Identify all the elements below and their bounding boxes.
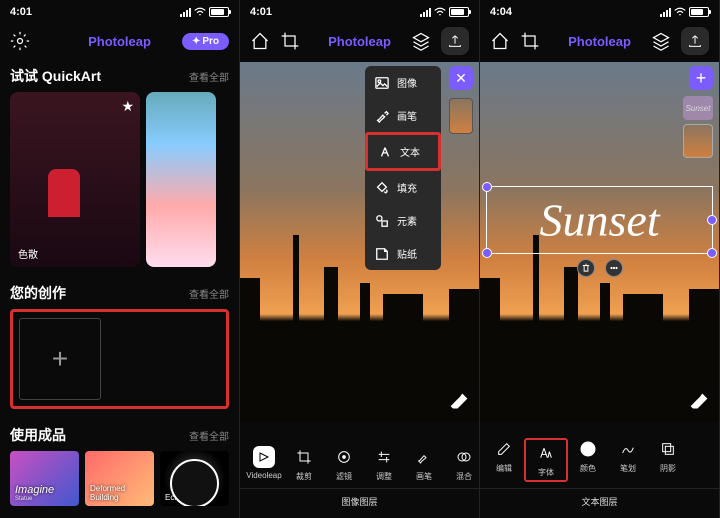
layer-thumbnail[interactable] bbox=[449, 98, 473, 134]
add-layer-menu: 图像 画笔 文本 填充 元素 贴纸 bbox=[365, 66, 441, 270]
screen-2-add-menu: 4:01 Photoleap bbox=[240, 0, 480, 518]
tool-shadow[interactable]: 阴影 bbox=[648, 438, 688, 482]
app-title: Photoleap bbox=[88, 34, 151, 49]
tool-filter[interactable]: 滤镜 bbox=[324, 446, 364, 482]
tool-crop[interactable]: 裁剪 bbox=[284, 446, 324, 482]
editor-header: Photoleap bbox=[240, 24, 479, 58]
templates-title: 使用成品 bbox=[10, 425, 66, 445]
text-toolbar: 编辑 字体 颜色 笔划 阴影 文本图层 bbox=[480, 432, 719, 518]
menu-item-brush[interactable]: 画笔 bbox=[365, 99, 441, 132]
home-header: Photoleap ✦ Pro bbox=[0, 24, 239, 58]
home-icon[interactable] bbox=[250, 31, 270, 51]
status-icons bbox=[180, 7, 229, 17]
layers-icon[interactable] bbox=[411, 31, 431, 51]
see-all[interactable]: 查看全部 bbox=[189, 428, 229, 443]
app-title: Photoleap bbox=[568, 34, 631, 49]
crop-icon[interactable] bbox=[280, 31, 300, 51]
crop-icon[interactable] bbox=[520, 31, 540, 51]
template-card[interactable]: Eclipse bbox=[160, 451, 229, 506]
layer-type-label: 文本图层 bbox=[480, 488, 719, 518]
fill-icon bbox=[375, 181, 389, 195]
quickart-title: 试试 QuickArt bbox=[10, 66, 101, 86]
star-icon[interactable]: ★ bbox=[121, 98, 134, 115]
selection-handle[interactable] bbox=[482, 248, 492, 258]
status-icons bbox=[660, 7, 709, 17]
creations-title: 您的创作 bbox=[10, 283, 66, 303]
tool-brush[interactable]: 画笔 bbox=[404, 446, 444, 482]
see-all[interactable]: 查看全部 bbox=[189, 69, 229, 84]
status-time: 4:04 bbox=[490, 6, 512, 18]
status-bar: 4:04 bbox=[480, 0, 719, 24]
delete-icon[interactable] bbox=[577, 259, 595, 277]
home-icon[interactable] bbox=[490, 31, 510, 51]
quickart-card[interactable]: ★ 色散 bbox=[10, 92, 140, 267]
selection-handle[interactable] bbox=[707, 248, 717, 258]
status-bar: 4:01 bbox=[240, 0, 479, 24]
status-icons bbox=[420, 7, 469, 17]
tool-blend[interactable]: 混合 bbox=[444, 446, 479, 482]
status-time: 4:01 bbox=[10, 6, 32, 18]
menu-item-sticker[interactable]: 贴纸 bbox=[365, 237, 441, 270]
quickart-card[interactable] bbox=[146, 92, 216, 267]
status-time: 4:01 bbox=[250, 6, 272, 18]
tool-edit[interactable]: 编辑 bbox=[484, 438, 524, 482]
menu-item-image[interactable]: 图像 bbox=[365, 66, 441, 99]
eraser-icon[interactable] bbox=[447, 390, 471, 414]
more-icon[interactable] bbox=[605, 259, 623, 277]
menu-item-text[interactable]: 文本 bbox=[365, 132, 441, 171]
tool-adjust[interactable]: 调整 bbox=[364, 446, 404, 482]
menu-item-element[interactable]: 元素 bbox=[365, 204, 441, 237]
menu-item-fill[interactable]: 填充 bbox=[365, 171, 441, 204]
tool-stroke[interactable]: 笔划 bbox=[608, 438, 648, 482]
close-menu-button[interactable]: ✕ bbox=[449, 66, 473, 90]
share-icon[interactable] bbox=[681, 27, 709, 55]
element-icon bbox=[375, 214, 389, 228]
selection-handle[interactable] bbox=[482, 182, 492, 192]
text-selection-box[interactable]: Sunset bbox=[486, 186, 713, 254]
toolbar: Videoleap 裁剪 滤镜 调整 画笔 混合 图像图层 bbox=[240, 440, 479, 518]
sticker-icon bbox=[375, 247, 389, 261]
canvas-text[interactable]: Sunset bbox=[539, 194, 659, 247]
pro-button[interactable]: ✦ Pro bbox=[182, 33, 229, 50]
card-label: 色散 bbox=[18, 246, 38, 261]
image-icon bbox=[375, 76, 389, 90]
template-card[interactable]: Deformed Building bbox=[85, 451, 154, 506]
editor-header: Photoleap bbox=[480, 24, 719, 58]
tool-videoleap[interactable]: Videoleap bbox=[244, 446, 284, 482]
text-icon bbox=[378, 145, 392, 159]
canvas[interactable]: 图像 画笔 文本 填充 元素 贴纸 ✕ bbox=[240, 62, 479, 422]
text-layer-thumb[interactable]: Sunset bbox=[683, 96, 713, 120]
creations-highlight: + bbox=[10, 309, 229, 409]
settings-icon[interactable] bbox=[10, 31, 30, 51]
screen-3-text-edit: 4:04 Photoleap + Sunset Sun bbox=[480, 0, 720, 518]
add-layer-button[interactable]: + bbox=[689, 66, 713, 90]
share-icon[interactable] bbox=[441, 27, 469, 55]
app-title: Photoleap bbox=[328, 34, 391, 49]
tool-font[interactable]: 字体 bbox=[524, 438, 568, 482]
selection-handle[interactable] bbox=[707, 215, 717, 225]
status-bar: 4:01 bbox=[0, 0, 239, 24]
tool-color[interactable]: 颜色 bbox=[568, 438, 608, 482]
see-all[interactable]: 查看全部 bbox=[189, 286, 229, 301]
canvas[interactable]: + Sunset Sunset bbox=[480, 62, 719, 422]
layers-icon[interactable] bbox=[651, 31, 671, 51]
brush-icon bbox=[375, 109, 389, 123]
layer-type-label: 图像图层 bbox=[240, 488, 479, 518]
new-project-button[interactable]: + bbox=[19, 318, 101, 400]
screen-1-home: 4:01 Photoleap ✦ Pro 试试 QuickArt 查看全部 ★ … bbox=[0, 0, 240, 518]
template-card[interactable]: ImagineStatue bbox=[10, 451, 79, 506]
eraser-icon[interactable] bbox=[687, 390, 711, 414]
layer-thumbnail[interactable] bbox=[683, 124, 713, 158]
